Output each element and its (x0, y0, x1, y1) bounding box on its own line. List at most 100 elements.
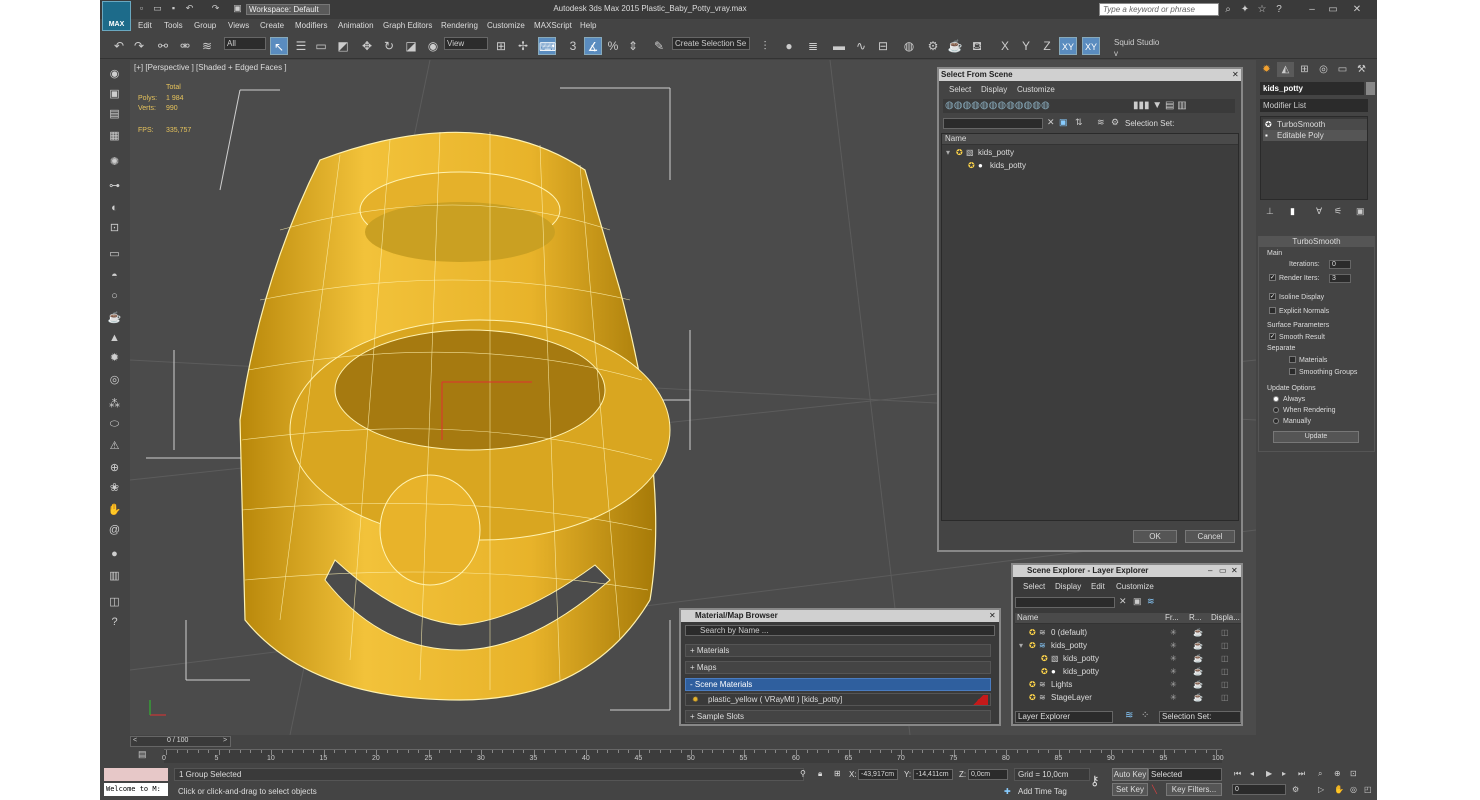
pick-icon[interactable]: ⁘ (1141, 710, 1149, 721)
clear-search-icon[interactable]: ✕ (1047, 117, 1055, 128)
project-icon[interactable]: ▣ (232, 3, 243, 14)
stack-item-editable-poly[interactable]: ▪ Editable Poly (1263, 130, 1367, 141)
panel-icon[interactable]: ◫ (106, 594, 123, 610)
mirror-icon[interactable]: ⫶ (756, 37, 774, 55)
menu-rendering[interactable]: Rendering (441, 21, 478, 30)
squid-studio-button[interactable]: Squid Studio v (1112, 37, 1164, 58)
layer-row[interactable]: ✪ ● kids_potty ✳ ☕ ◫ (1015, 665, 1239, 678)
particle-icon[interactable]: ⁂ (106, 396, 123, 412)
align-icon[interactable]: ● (780, 37, 798, 55)
motion-tab-icon[interactable]: ◎ (1315, 62, 1332, 77)
key-mode-dropdown[interactable]: Selected (1148, 768, 1222, 781)
pan-icon[interactable]: ✋ (1334, 785, 1344, 794)
scene-materials-group[interactable]: - Scene Materials (685, 678, 991, 691)
object-color-swatch[interactable] (1366, 82, 1375, 95)
layer-row[interactable]: ✪ ≋ Lights ✳ ☕ ◫ (1015, 678, 1239, 691)
curve-editor-icon[interactable]: ∿ (852, 37, 870, 55)
update-button[interactable]: Update (1273, 431, 1359, 443)
menu-animation[interactable]: Animation (338, 21, 374, 30)
help-icon[interactable]: ✦ (1238, 3, 1252, 16)
absolute-mode-icon[interactable]: ⊞ (834, 769, 841, 778)
cylinder-icon[interactable]: ◎ (106, 372, 123, 388)
key-filters-button[interactable]: Key Filters... (1166, 783, 1222, 796)
close-icon[interactable]: ✕ (1350, 3, 1364, 16)
layer-manager-icon[interactable]: ≣ (804, 37, 822, 55)
explorer-type-dropdown[interactable]: Layer Explorer (1015, 711, 1113, 723)
app-logo-button[interactable]: MAX (102, 1, 131, 31)
sphere-icon[interactable]: ○ (106, 288, 123, 304)
when-rendering-radio[interactable] (1273, 407, 1279, 413)
sfs-menu-customize[interactable]: Customize (1017, 85, 1055, 94)
zoom-all-icon[interactable]: ⊕ (1334, 769, 1341, 778)
create-tab-icon[interactable]: ✹ (1258, 62, 1275, 77)
filter-geometry-icon[interactable]: ◍◍◍◍◍◍◍◍◍◍◍◍ (945, 100, 1050, 111)
workspace-dropdown[interactable]: Workspace: Default (246, 4, 330, 15)
pivot-icon[interactable]: ⊞ (492, 37, 510, 55)
panel-title[interactable]: Scene Explorer - Layer Explorer (1013, 565, 1241, 577)
scx-menu-select[interactable]: Select (1023, 582, 1045, 591)
maxscript-listener[interactable]: Welcome to M: (104, 783, 168, 796)
pin-stack-icon[interactable]: ⊥ (1266, 206, 1274, 217)
sfs-menu-display[interactable]: Display (981, 85, 1007, 94)
ball-icon[interactable]: ● (106, 546, 123, 562)
angle-snap-icon[interactable]: ∡ (584, 37, 602, 55)
light-icon[interactable]: ✹ (106, 350, 123, 366)
menu-views[interactable]: Views (228, 21, 249, 30)
menu-tools[interactable]: Tools (164, 21, 183, 30)
help-question-icon[interactable]: ? (1272, 3, 1286, 16)
scx-menu-display[interactable]: Display (1055, 582, 1081, 591)
axis-y-button[interactable]: Y (1017, 37, 1035, 55)
menu-help[interactable]: Help (580, 21, 596, 30)
window-crossing-icon[interactable]: ◩ (334, 37, 352, 55)
scx-search-input[interactable] (1015, 597, 1115, 608)
render-setup-icon[interactable]: ⚙ (924, 37, 942, 55)
dome-icon[interactable]: ◓ (106, 268, 123, 284)
keyboard-shortcut-icon[interactable]: ⌨ (538, 37, 556, 55)
viewport-label[interactable]: [+] [Perspective ] [Shaded + Edged Faces… (134, 63, 287, 72)
column-freeze[interactable]: Fr... (1165, 613, 1179, 622)
edit-named-sets-icon[interactable]: ✎ (650, 37, 668, 55)
maximize-viewport-icon[interactable]: ◰ (1364, 785, 1372, 794)
hierarchy-tab-icon[interactable]: ⊞ (1296, 62, 1313, 77)
open-icon[interactable]: ▭ (152, 3, 163, 14)
ref-coord-dropdown[interactable]: View (444, 37, 488, 50)
undo-icon[interactable]: ↶ (110, 37, 128, 55)
isoline-checkbox[interactable]: ✓ (1269, 293, 1276, 300)
display-tab-icon[interactable]: ▭ (1334, 62, 1351, 77)
axis-xy-cycle-button[interactable]: XY (1082, 37, 1100, 55)
close-icon[interactable]: ✕ (1232, 70, 1241, 79)
redo-icon[interactable]: ↷ (130, 37, 148, 55)
render-iters-checkbox[interactable]: ✓ (1269, 274, 1276, 281)
display-options-icon[interactable]: ▮▮▮ ▼ ▤ ▥ (1133, 100, 1187, 111)
render-production-icon[interactable]: ⛾ (968, 37, 986, 55)
place-icon[interactable]: ◉ (424, 37, 442, 55)
redo-icon[interactable]: ↷ (210, 3, 221, 14)
column-header-name[interactable]: Name (942, 134, 1238, 145)
time-config-icon[interactable]: ⚙ (1292, 785, 1299, 794)
list-item[interactable]: ▾ ✪ ▧ kids_potty (944, 148, 1236, 160)
spinner-snap-icon[interactable]: ⇕ (624, 37, 642, 55)
sfs-menu-select[interactable]: Select (949, 85, 971, 94)
layer-stack-icon[interactable]: ≋ (1147, 596, 1155, 607)
helper-icon[interactable]: ⚠ (106, 438, 123, 454)
column-render[interactable]: R... (1189, 613, 1201, 622)
lock-icon[interactable]: 🔒︎ (818, 769, 822, 779)
teapot-icon[interactable]: ☕ (106, 310, 123, 326)
rotate-icon[interactable]: ↻ (380, 37, 398, 55)
smoothing-groups-checkbox[interactable] (1289, 368, 1296, 375)
curve-editor-mini-icon[interactable]: ▤ (138, 749, 147, 760)
cone-icon[interactable]: ▲ (106, 330, 123, 346)
select-by-name-icon[interactable]: ☰ (292, 37, 310, 55)
menu-maxscript[interactable]: MAXScript (534, 21, 572, 30)
ribbon-icon[interactable]: ▬ (830, 37, 848, 55)
maps-group[interactable]: + Maps (685, 661, 991, 674)
explicit-normals-checkbox[interactable] (1269, 307, 1276, 314)
render-icon[interactable]: ▣ (106, 86, 123, 102)
ok-button[interactable]: OK (1133, 530, 1177, 543)
star-icon[interactable]: ☆ (1255, 3, 1269, 16)
rect-selection-icon[interactable]: ▭ (312, 37, 330, 55)
zoom-extents-icon[interactable]: ⊡ (1350, 769, 1357, 778)
globe-icon[interactable]: ⊕ (106, 460, 123, 476)
minimize-icon[interactable]: – (1305, 3, 1319, 16)
materials-group[interactable]: + Materials (685, 644, 991, 657)
